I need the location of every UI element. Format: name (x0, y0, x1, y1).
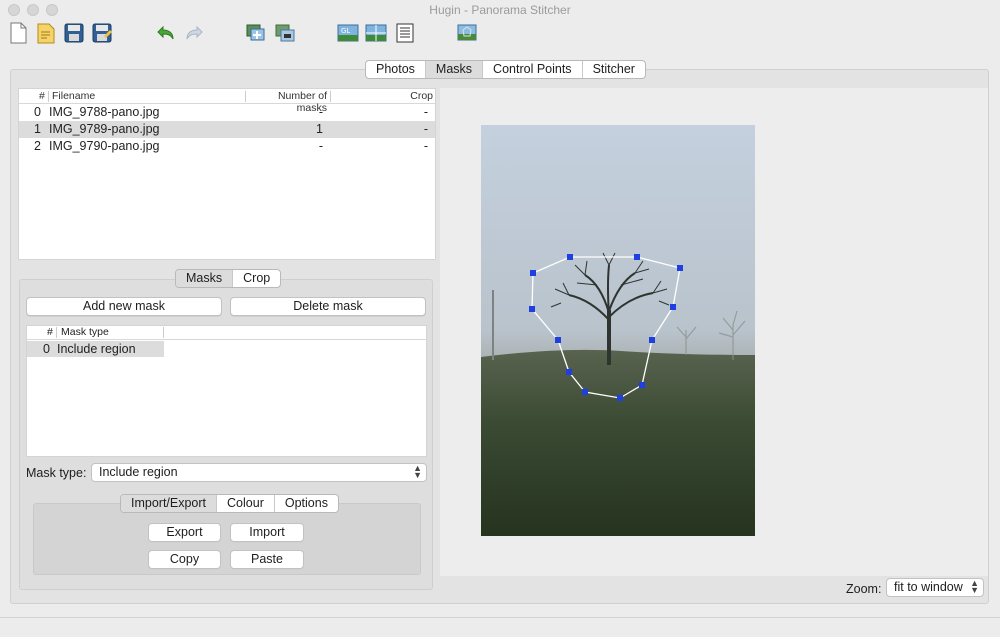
close-window-button[interactable] (8, 4, 20, 16)
tab-masks-sub[interactable]: Masks (176, 270, 234, 287)
new-project-icon[interactable] (7, 22, 29, 44)
header-crop[interactable]: Crop (331, 90, 433, 102)
table-row[interactable]: 2 IMG_9790-pano.jpg - - (19, 138, 435, 155)
header-mask-type[interactable]: Mask type (61, 326, 109, 338)
redo-icon[interactable] (183, 22, 205, 44)
header-filename[interactable]: Filename (52, 90, 95, 102)
undo-icon[interactable] (155, 22, 177, 44)
chevron-updown-icon: ▲ ▼ (970, 578, 979, 595)
export-button[interactable]: Export (148, 523, 221, 542)
table-row[interactable]: 0 IMG_9788-pano.jpg - - (19, 104, 435, 121)
window-title: Hugin - Panorama Stitcher (429, 3, 571, 17)
minimize-window-button[interactable] (27, 4, 39, 16)
import-export-panel (33, 503, 421, 575)
mask-list-table[interactable]: # Mask type 0 Include region (26, 325, 427, 457)
table-row[interactable]: 1 IMG_9789-pano.jpg 1 - (19, 121, 435, 138)
delete-mask-button[interactable]: Delete mask (230, 297, 426, 316)
table-header: # Filename Number of masks Crop (19, 89, 435, 114)
open-project-icon[interactable] (35, 22, 57, 44)
svg-text:GL: GL (341, 27, 350, 35)
mask-type-label: Mask type: (26, 466, 87, 480)
import-button[interactable]: Import (230, 523, 304, 542)
tab-control-points[interactable]: Control Points (483, 61, 583, 78)
main-tab-bar: Photos Masks Control Points Stitcher (365, 60, 646, 79)
zoom-window-button[interactable] (46, 4, 58, 16)
save-project-icon[interactable] (63, 22, 85, 44)
tab-options[interactable]: Options (275, 495, 338, 512)
tab-stitcher[interactable]: Stitcher (583, 61, 645, 78)
status-bar (0, 617, 1000, 637)
toolbar: GL (0, 20, 1000, 48)
save-as-icon[interactable] (91, 22, 113, 44)
table-row[interactable]: 0 Include region (27, 341, 164, 357)
show-mask-icon[interactable] (456, 22, 478, 44)
preview-image[interactable] (481, 125, 755, 536)
add-images-icon[interactable] (245, 22, 267, 44)
tab-colour[interactable]: Colour (217, 495, 275, 512)
paste-button[interactable]: Paste (230, 550, 304, 569)
zoom-label: Zoom: (846, 582, 882, 596)
mask-crop-tab-bar: Masks Crop (175, 269, 282, 288)
preview-panorama-icon[interactable] (365, 22, 387, 44)
tab-masks[interactable]: Masks (425, 61, 484, 78)
title-bar: Hugin - Panorama Stitcher (0, 0, 1000, 20)
add-new-mask-button[interactable]: Add new mask (26, 297, 222, 316)
copy-button[interactable]: Copy (148, 550, 221, 569)
fast-preview-icon[interactable]: GL (337, 22, 359, 44)
zoom-select[interactable]: fit to window ▲ ▼ (886, 578, 984, 597)
image-list-table[interactable]: # Filename Number of masks Crop 0 IMG_97… (18, 88, 436, 260)
header-num[interactable]: # (47, 326, 53, 338)
tab-crop[interactable]: Crop (233, 270, 280, 287)
table-header: # Mask type (27, 326, 426, 340)
mask-type-select[interactable]: Include region ▲ ▼ (91, 463, 427, 482)
header-num[interactable]: # (39, 90, 45, 102)
assistant-align-icon[interactable] (274, 22, 296, 44)
tab-photos[interactable]: Photos (366, 61, 426, 78)
control-point-table-icon[interactable] (394, 22, 416, 44)
chevron-updown-icon: ▲ ▼ (413, 463, 422, 480)
tab-import-export[interactable]: Import/Export (121, 495, 218, 512)
import-export-tab-bar: Import/Export Colour Options (120, 494, 339, 513)
